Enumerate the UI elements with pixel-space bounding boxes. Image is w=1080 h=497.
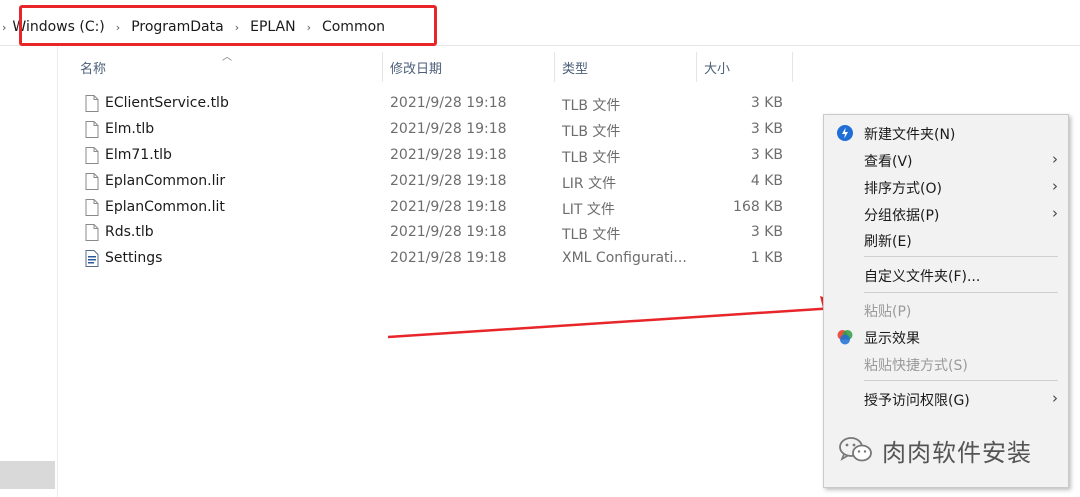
file-size: 1 KB <box>750 250 783 266</box>
file-icon <box>85 147 99 164</box>
file-icon <box>85 95 99 112</box>
file-name: Rds.tlb <box>105 224 154 240</box>
file-name: EplanCommon.lir <box>105 173 226 189</box>
file-date: 2021/9/28 19:18 <box>390 147 507 163</box>
file-type: TLB 文件 <box>562 98 621 114</box>
column-header-type[interactable]: 类型 <box>554 52 696 82</box>
menu-item-new-folder[interactable]: 新建文件夹(N) <box>824 120 1068 146</box>
address-bar[interactable]: › Windows (C:) › ProgramData › EPLAN › C… <box>0 0 1080 46</box>
file-date: 2021/9/28 19:18 <box>390 95 507 111</box>
menu-item-group-by[interactable]: 分组依据(P) › <box>824 201 1068 227</box>
file-icon <box>85 173 99 190</box>
file-name: EplanCommon.lit <box>105 199 225 215</box>
file-size: 3 KB <box>750 95 783 111</box>
file-type: XML Configurati... <box>562 250 687 266</box>
file-size: 3 KB <box>750 224 783 240</box>
menu-item-paste[interactable]: 粘贴(P) <box>824 297 1068 323</box>
submenu-chevron-icon: › <box>1052 204 1058 222</box>
file-name: Elm.tlb <box>105 121 155 137</box>
menu-item-label: 显示效果 <box>864 331 920 347</box>
menu-item-view[interactable]: 查看(V) › <box>824 147 1068 173</box>
menu-item-label: 自定义文件夹(F)... <box>864 269 981 285</box>
breadcrumb-root-chevron-icon[interactable]: › <box>2 21 6 34</box>
file-date: 2021/9/28 19:18 <box>390 173 507 189</box>
file-row[interactable]: EplanCommon.lir 2021/9/28 19:18 LIR 文件 4… <box>75 169 795 195</box>
file-size: 3 KB <box>750 121 783 137</box>
column-divider[interactable] <box>792 52 793 82</box>
file-name: Elm71.tlb <box>105 147 172 163</box>
red-highlight-box <box>19 5 437 46</box>
wechat-icon <box>839 437 872 462</box>
menu-item-give-access[interactable]: 授予访问权限(G) › <box>824 386 1068 412</box>
file-size: 3 KB <box>750 147 783 163</box>
file-type: LIT 文件 <box>562 202 615 218</box>
column-header-size[interactable]: 大小 <box>696 52 792 82</box>
menu-item-label: 粘贴快捷方式(S) <box>864 358 968 374</box>
menu-item-label: 新建文件夹(N) <box>864 127 956 143</box>
file-icon <box>85 121 99 138</box>
file-icon <box>85 224 99 241</box>
file-date: 2021/9/28 19:18 <box>390 121 507 137</box>
file-size: 168 KB <box>733 199 783 215</box>
column-header-name[interactable]: 名称 <box>72 52 382 82</box>
file-type: TLB 文件 <box>562 124 621 140</box>
file-date: 2021/9/28 19:18 <box>390 199 507 215</box>
menu-item-paste-shortcut[interactable]: 粘贴快捷方式(S) <box>824 351 1068 377</box>
navigation-pane[interactable] <box>0 46 58 497</box>
file-type: TLB 文件 <box>562 150 621 166</box>
menu-item-label: 查看(V) <box>864 154 913 170</box>
menu-separator <box>864 256 1058 257</box>
red-annotation-arrow <box>387 296 852 339</box>
submenu-chevron-icon: › <box>1052 389 1058 407</box>
file-date: 2021/9/28 19:18 <box>390 224 507 240</box>
file-name: EClientService.tlb <box>105 95 229 111</box>
column-header-date[interactable]: 修改日期 <box>382 52 554 82</box>
menu-item-display-effect[interactable]: 显示效果 <box>824 324 1068 350</box>
file-icon <box>85 199 99 216</box>
file-name: Settings <box>105 250 163 266</box>
file-row[interactable]: EClientService.tlb 2021/9/28 19:18 TLB 文… <box>75 91 795 117</box>
xml-config-icon <box>85 250 99 267</box>
menu-item-sort-by[interactable]: 排序方式(O) › <box>824 174 1068 200</box>
submenu-chevron-icon: › <box>1052 150 1058 168</box>
menu-item-label: 刷新(E) <box>864 234 912 250</box>
file-type: TLB 文件 <box>562 227 621 243</box>
menu-item-label: 粘贴(P) <box>864 304 912 320</box>
nav-selected-item[interactable] <box>0 461 55 489</box>
file-row[interactable]: EplanCommon.lit 2021/9/28 19:18 LIT 文件 1… <box>75 195 795 221</box>
menu-item-customize-folder[interactable]: 自定义文件夹(F)... <box>824 262 1068 288</box>
menu-separator <box>864 292 1058 293</box>
menu-item-label: 排序方式(O) <box>864 181 942 197</box>
file-type: LIR 文件 <box>562 176 617 192</box>
menu-item-refresh[interactable]: 刷新(E) <box>824 227 1068 253</box>
submenu-chevron-icon: › <box>1052 177 1058 195</box>
file-row[interactable]: Rds.tlb 2021/9/28 19:18 TLB 文件 3 KB <box>75 220 795 246</box>
display-effect-icon <box>837 330 853 345</box>
new-folder-icon <box>837 125 853 141</box>
watermark-text: 肉肉软件安装 <box>882 438 1032 467</box>
menu-item-label: 分组依据(P) <box>864 208 940 224</box>
file-row[interactable]: Elm.tlb 2021/9/28 19:18 TLB 文件 3 KB <box>75 117 795 143</box>
file-row[interactable]: Elm71.tlb 2021/9/28 19:18 TLB 文件 3 KB <box>75 143 795 169</box>
file-size: 4 KB <box>750 173 783 189</box>
menu-item-label: 授予访问权限(G) <box>864 393 970 409</box>
file-date: 2021/9/28 19:18 <box>390 250 507 266</box>
watermark: 肉肉软件安装 <box>838 430 1032 470</box>
file-row[interactable]: Settings 2021/9/28 19:18 XML Configurati… <box>75 246 795 272</box>
menu-separator <box>864 380 1058 381</box>
